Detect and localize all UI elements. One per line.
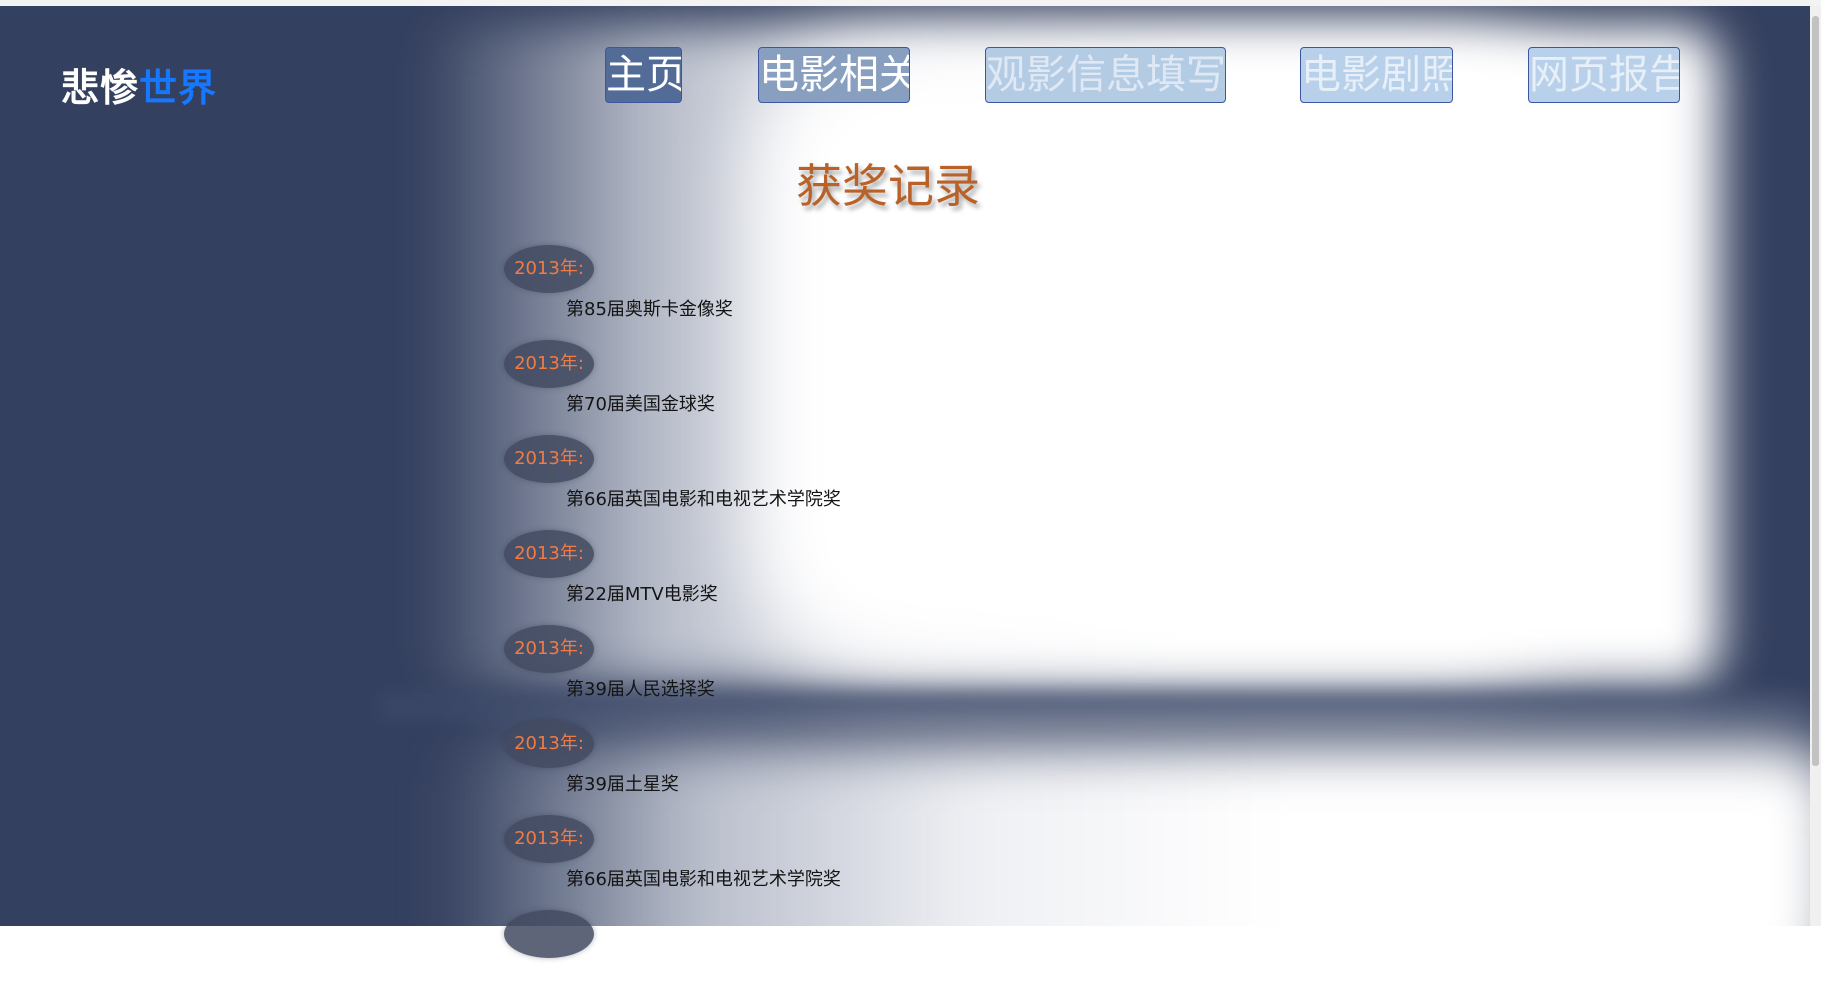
award-name: 第85届奥斯卡金像奖: [566, 299, 733, 320]
logo-text-blue: 世界: [139, 66, 218, 110]
page-title: 获奖记录: [796, 159, 980, 213]
award-entry-partial: [504, 910, 1204, 1005]
award-entry: 2013年: 第39届人民选择奖: [504, 625, 1204, 720]
award-year-badge: [504, 910, 594, 958]
nav-home[interactable]: 主页: [605, 47, 682, 103]
nav-movie-related[interactable]: 电影相关: [758, 47, 910, 103]
award-name: 第66届英国电影和电视艺术学院奖: [566, 869, 841, 890]
award-entry: 2013年: 第85届奥斯卡金像奖: [504, 245, 1204, 340]
award-year-badge: 2013年:: [504, 245, 594, 293]
nav-movie-stills[interactable]: 电影剧照: [1300, 47, 1453, 103]
site-logo[interactable]: 悲惨世界: [61, 57, 217, 112]
award-name: 第66届英国电影和电视艺术学院奖: [566, 489, 841, 510]
vertical-scrollbar[interactable]: [1810, 6, 1821, 926]
nav-viewing-info-form[interactable]: 观影信息填写: [985, 47, 1226, 103]
scrollbar-thumb[interactable]: [1812, 16, 1819, 766]
award-year-badge: 2013年:: [504, 720, 594, 768]
award-year-badge: 2013年:: [504, 435, 594, 483]
award-entry: 2013年: 第66届英国电影和电视艺术学院奖: [504, 815, 1204, 910]
award-year-badge: 2013年:: [504, 625, 594, 673]
logo-text-white: 悲惨: [61, 66, 140, 110]
award-name: 第39届土星奖: [566, 774, 679, 795]
award-entry: 2013年: 第39届土星奖: [504, 720, 1204, 815]
award-entry: 2013年: 第70届美国金球奖: [504, 340, 1204, 435]
award-year-badge: 2013年:: [504, 340, 594, 388]
award-name: 第70届美国金球奖: [566, 394, 715, 415]
award-year-badge: 2013年:: [504, 815, 594, 863]
nav-page-report[interactable]: 网页报告: [1528, 47, 1680, 103]
award-name: 第39届人民选择奖: [566, 679, 715, 700]
award-year-badge: 2013年:: [504, 530, 594, 578]
award-entry: 2013年: 第66届英国电影和电视艺术学院奖: [504, 435, 1204, 530]
award-entry: 2013年: 第22届MTV电影奖: [504, 530, 1204, 625]
award-name: 第22届MTV电影奖: [566, 584, 718, 605]
